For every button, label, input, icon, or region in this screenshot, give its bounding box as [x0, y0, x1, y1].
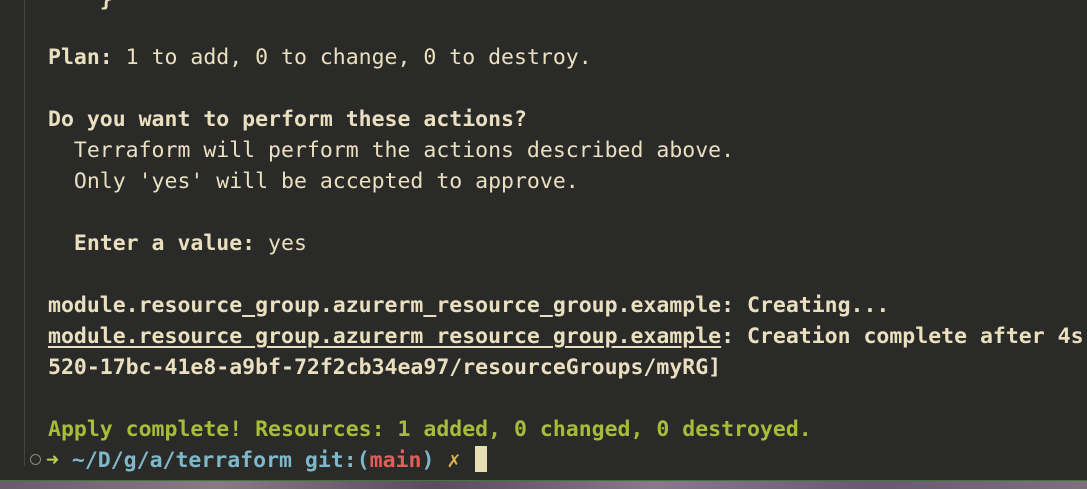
- creation-complete-status: : Creation complete after 4s: [721, 324, 1084, 349]
- plan-summary-line: Plan: 1 to add, 0 to change, 0 to destro…: [48, 42, 592, 73]
- dirty-mark-icon: ✗: [447, 448, 461, 473]
- shell-prompt[interactable]: ➜ ~/D/g/a/terraform git:(main) ✗: [30, 445, 488, 476]
- info-line-2: Only 'yes' will be accepted to approve.: [48, 169, 579, 194]
- branch-paren-close: ): [421, 448, 435, 473]
- branch-paren-open: (: [356, 448, 370, 473]
- plan-label: Plan:: [48, 45, 113, 70]
- creating-line: module.resource_group.azurerm_resource_g…: [48, 290, 889, 321]
- creating-status: : Creating...: [721, 293, 890, 318]
- resource-id-line: 520-17bc-41e8-a9bf-72f2cb34ea97/resource…: [48, 355, 722, 380]
- enter-value-line: Enter a value: yes: [48, 228, 307, 259]
- desktop-wallpaper-strip: [0, 481, 1087, 489]
- current-directory: ~/D/g/a/terraform: [71, 448, 292, 473]
- text-cursor[interactable]: [475, 446, 488, 472]
- git-label: git:: [304, 448, 357, 473]
- confirm-question: Do you want to perform these actions?: [48, 107, 527, 132]
- enter-value-label: Enter a value:: [48, 231, 256, 256]
- git-branch: main: [369, 448, 422, 473]
- terminal-window[interactable]: } Plan: 1 to add, 0 to change, 0 to dest…: [0, 0, 1087, 481]
- info-line-1: Terraform will perform the actions descr…: [48, 138, 735, 163]
- resource-address-link[interactable]: module.resource_group.azurerm_resource_g…: [48, 324, 721, 349]
- output-line-partial: }: [48, 0, 113, 15]
- creation-complete-line: module.resource_group.azurerm_resource_g…: [48, 321, 1084, 352]
- apply-complete-line: Apply complete! Resources: 1 added, 0 ch…: [48, 417, 812, 442]
- prompt-status-dot-icon: [30, 454, 41, 465]
- plan-summary-text: 1 to add, 0 to change, 0 to destroy.: [112, 45, 592, 70]
- resource-address: module.resource_group.azurerm_resource_g…: [48, 293, 722, 318]
- gutter-divider: [24, 0, 25, 466]
- prompt-arrow-icon: ➜: [46, 448, 59, 473]
- entered-value: yes: [255, 231, 307, 256]
